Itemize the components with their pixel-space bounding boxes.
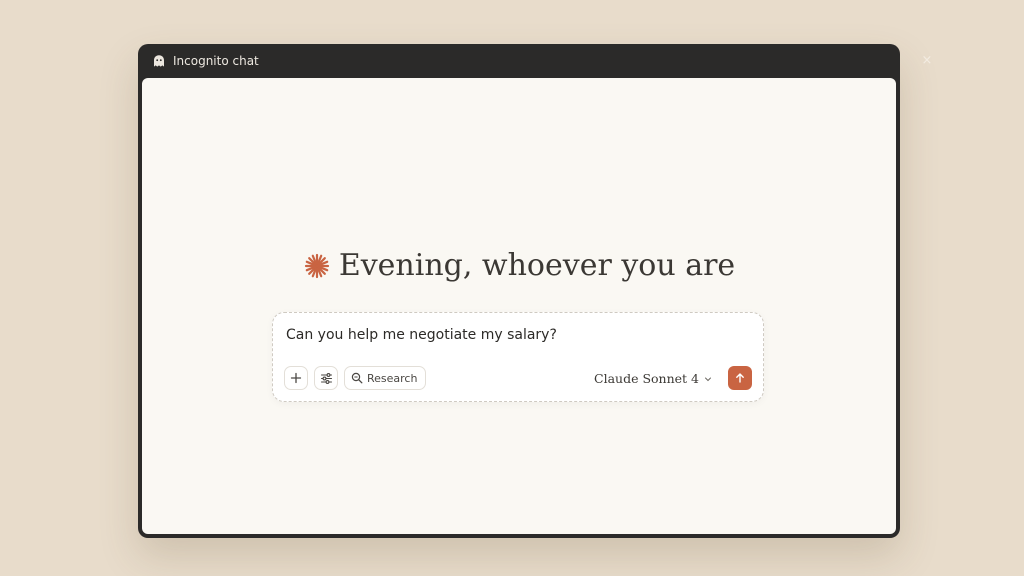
window-title: Incognito chat [173,54,259,68]
greeting-heading: Evening, whoever you are [142,248,896,283]
message-input[interactable]: Can you help me negotiate my salary? [286,327,557,343]
chat-panel: Evening, whoever you are Can you help me… [142,78,896,534]
research-label: Research [367,371,418,385]
incognito-window: Incognito chat Evening, whoever you are … [138,44,900,538]
sliders-icon [320,372,333,385]
search-zoom-icon [351,372,367,384]
ghost-icon [152,54,166,68]
model-selector[interactable]: Claude Sonnet 4 [594,371,712,386]
send-button[interactable] [728,366,752,390]
research-button[interactable]: Research [344,366,427,390]
title-bar: Incognito chat [138,44,900,78]
sparkle-icon [303,252,331,280]
plus-icon [290,372,302,384]
arrow-up-icon [734,369,746,388]
chevron-down-icon [704,371,712,386]
model-label: Claude Sonnet 4 [594,370,699,386]
message-composer[interactable]: Can you help me negotiate my salary? Res… [272,312,764,402]
add-button[interactable] [284,366,308,390]
composer-toolbar: Research Claude Sonnet 4 [284,365,752,391]
tools-button[interactable] [314,366,338,390]
greeting-text: Evening, whoever you are [338,248,736,283]
close-icon[interactable]: × [920,54,934,68]
